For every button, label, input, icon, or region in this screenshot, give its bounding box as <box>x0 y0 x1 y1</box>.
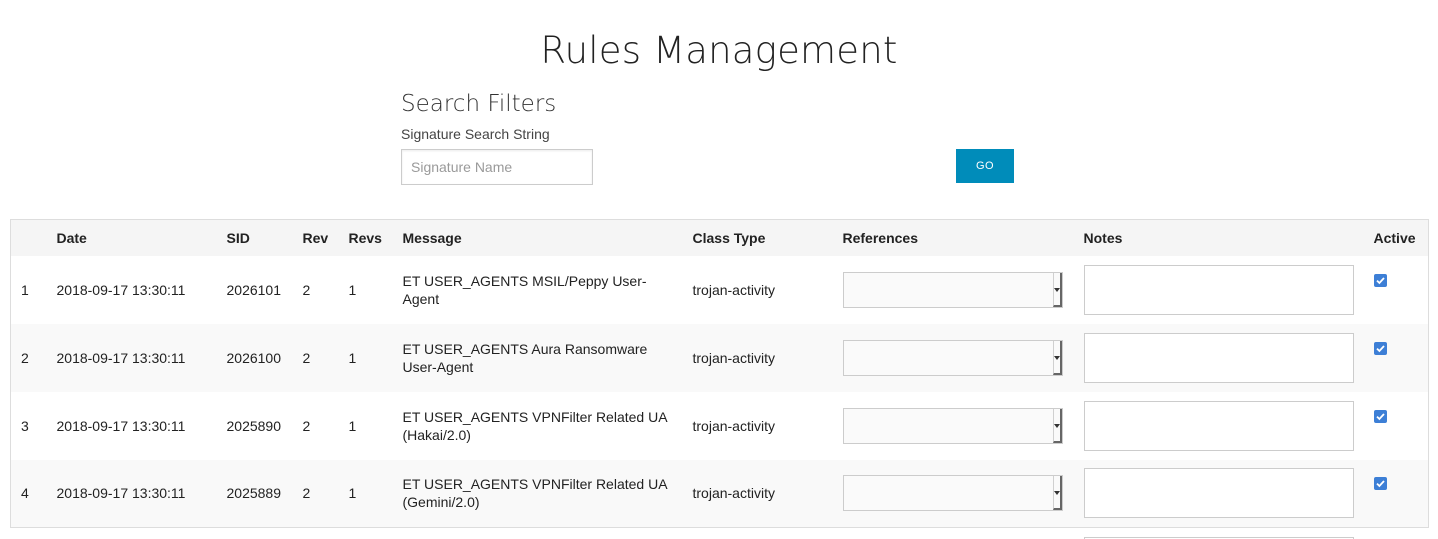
row-date: 2018-09-17 13:30:11 <box>56 417 186 434</box>
chevron-down-icon <box>1053 287 1060 292</box>
row-index: 2 <box>21 349 29 366</box>
col-header-revs: Revs <box>348 229 382 246</box>
page-title: Rules Management <box>540 29 898 72</box>
references-select[interactable] <box>842 475 1063 512</box>
row-sid: 2025890 <box>226 417 282 434</box>
row-sid: 2026100 <box>226 349 282 366</box>
col-header-active: Active <box>1373 229 1416 246</box>
active-checkbox[interactable] <box>1373 409 1387 423</box>
row-revs: 1 <box>348 485 357 502</box>
row-rev: 2 <box>302 349 311 366</box>
rules-table: Date SID Rev Revs Message Class Type Ref… <box>10 219 1429 528</box>
row-sid: 2026101 <box>226 281 282 298</box>
checkmark-icon <box>1375 344 1385 352</box>
signature-search-label: Signature Search String <box>401 126 550 142</box>
notes-textarea[interactable] <box>1083 468 1354 519</box>
row-date: 2018-09-17 13:30:11 <box>56 349 186 366</box>
row-message: ET USER_AGENTS VPNFilter Related UA (Gem… <box>402 476 667 511</box>
row-class-type: trojan-activity <box>692 281 775 298</box>
table-row: 3 2018-09-17 13:30:11 2025890 2 1 ET USE… <box>11 392 1429 460</box>
row-message: ET USER_AGENTS MSIL/Peppy User-Agent <box>402 272 647 307</box>
col-header-rev: Rev <box>302 229 329 246</box>
notes-textarea[interactable] <box>1083 332 1354 383</box>
row-revs: 1 <box>348 281 357 298</box>
row-class-type: trojan-activity <box>692 485 775 502</box>
table-row: 1 2018-09-17 13:30:11 2026101 2 1 ET USE… <box>11 256 1429 324</box>
active-checkbox[interactable] <box>1373 341 1387 355</box>
col-header-notes: Notes <box>1083 229 1123 246</box>
row-sid: 2025889 <box>226 485 282 502</box>
active-checkbox[interactable] <box>1373 273 1387 287</box>
table-row: 4 2018-09-17 13:30:11 2025889 2 1 ET USE… <box>10 459 1429 528</box>
row-revs: 1 <box>348 349 357 366</box>
col-header-sid: SID <box>226 229 250 246</box>
row-class-type: trojan-activity <box>692 417 775 434</box>
chevron-down-icon <box>1053 491 1060 496</box>
col-header-date: Date <box>56 229 87 246</box>
notes-textarea[interactable] <box>1083 264 1354 315</box>
references-select[interactable] <box>842 271 1063 308</box>
active-checkbox[interactable] <box>1373 477 1387 491</box>
table-row: 2 2018-09-17 13:30:11 2026100 2 1 ET USE… <box>10 323 1429 392</box>
search-filters-heading: Search Filters <box>401 91 557 117</box>
row-rev: 2 <box>302 417 311 434</box>
col-header-class-type: Class Type <box>692 229 766 246</box>
row-rev: 2 <box>302 485 311 502</box>
col-header-message: Message <box>402 229 462 246</box>
row-date: 2018-09-17 13:30:11 <box>56 281 186 298</box>
row-index: 3 <box>21 417 29 434</box>
go-button[interactable]: GO <box>956 149 1014 183</box>
row-message: ET USER_AGENTS Aura Ransomware User-Agen… <box>402 340 648 375</box>
table-header-row: Date SID Rev Revs Message Class Type Ref… <box>10 219 1429 256</box>
col-header-index <box>11 220 47 256</box>
rules-management-page: Rules Management Search Filters Signatur… <box>0 0 1438 539</box>
signature-search-input[interactable] <box>401 149 593 185</box>
row-rev: 2 <box>302 281 311 298</box>
row-date: 2018-09-17 13:30:11 <box>56 485 186 502</box>
row-class-type: trojan-activity <box>692 349 775 366</box>
row-message: ET USER_AGENTS VPNFilter Related UA (Hak… <box>402 408 667 443</box>
notes-textarea[interactable] <box>1083 400 1354 451</box>
checkmark-icon <box>1375 276 1385 284</box>
chevron-down-icon <box>1053 423 1060 428</box>
references-select[interactable] <box>842 339 1063 376</box>
checkmark-icon <box>1375 412 1385 420</box>
references-select[interactable] <box>842 407 1063 444</box>
row-revs: 1 <box>348 417 357 434</box>
row-index: 4 <box>21 485 29 502</box>
col-header-references: References <box>842 229 919 246</box>
checkmark-icon <box>1375 480 1385 488</box>
row-index: 1 <box>21 281 29 298</box>
chevron-down-icon <box>1053 355 1060 360</box>
